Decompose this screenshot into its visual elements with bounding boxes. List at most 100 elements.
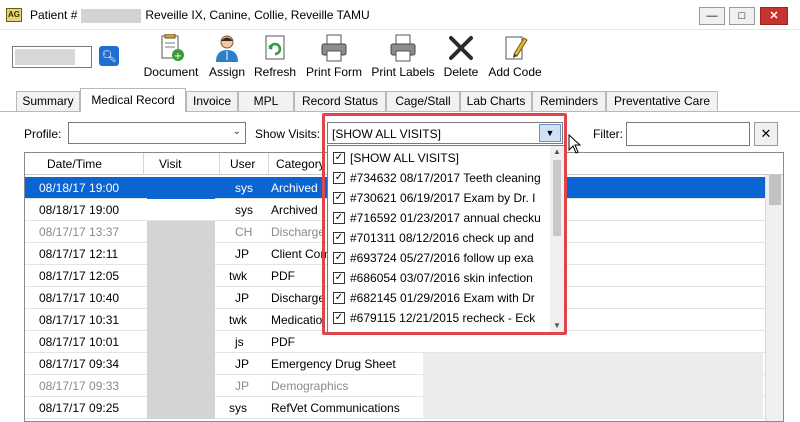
category-cell: Discharge (271, 225, 326, 239)
show-visits-value: [SHOW ALL VISITS] (332, 127, 441, 141)
column-divider (143, 153, 144, 175)
show-visits-dropdown-button[interactable]: ▼ (539, 124, 561, 142)
visit-option[interactable]: ✓ #682145 01/29/2016 Exam with Dr (328, 288, 550, 308)
document-label: Document (143, 65, 199, 79)
title-patient-name: Reveille IX, Canine, Collie, Reveille TA… (145, 8, 370, 22)
table-row[interactable]: 08/17/17 10:01 js PDF (25, 331, 783, 353)
tab-summary[interactable]: Summary (16, 91, 80, 111)
visit-option[interactable]: ✓ #716592 01/23/2017 annual checku (328, 208, 550, 228)
printer-icon (319, 34, 349, 62)
checkbox-checked-icon[interactable]: ✓ (333, 312, 345, 324)
profile-select[interactable]: ⌄ (68, 122, 246, 144)
pencil-document-icon (500, 34, 530, 62)
datetime-cell: 08/17/17 13:37 (39, 225, 120, 239)
filter-input[interactable] (626, 122, 750, 146)
show-visits-select[interactable]: [SHOW ALL VISITS] ▼ (327, 122, 563, 144)
clear-filter-button[interactable]: ✕ (754, 122, 778, 146)
chevron-down-icon: ⌄ (232, 126, 241, 137)
document-button[interactable]: + Document (140, 33, 202, 84)
tab-reminders[interactable]: Reminders (532, 91, 606, 111)
table-row[interactable]: 08/17/17 09:33 JP Demographics (25, 375, 783, 397)
profile-label: Profile: (24, 127, 62, 141)
checkbox-checked-icon[interactable]: ✓ (333, 212, 345, 224)
visit-option-label: #693724 05/27/2016 follow up exa (350, 251, 534, 265)
datetime-cell: 08/17/17 10:31 (39, 313, 120, 327)
visit-option[interactable]: ✓ #693724 05/27/2016 follow up exa (328, 248, 550, 268)
assign-button[interactable]: Assign (207, 34, 247, 84)
datetime-cell: 08/17/17 09:34 (39, 357, 120, 371)
tab-lab-charts[interactable]: Lab Charts (460, 91, 532, 111)
redacted-visit-cell (147, 331, 215, 353)
add-code-button[interactable]: Add Code (486, 34, 544, 84)
redacted-description-cell (423, 375, 763, 397)
tab-record-status[interactable]: Record Status (294, 91, 386, 111)
visit-option[interactable]: ✓ #701311 08/12/2016 check up and (328, 228, 550, 248)
delete-button[interactable]: Delete (442, 34, 480, 84)
search-icon: 🔍︎ (101, 49, 117, 63)
tab-medical-record[interactable]: Medical Record (80, 88, 186, 112)
checkbox-checked-icon[interactable]: ✓ (333, 192, 345, 204)
visit-option-label: #730621 06/19/2017 Exam by Dr. I (350, 191, 536, 205)
redacted-visit-cell (147, 287, 215, 309)
patient-search-button[interactable]: 🔍︎ (99, 46, 119, 66)
visit-option[interactable]: ✓ #679115 12/21/2015 recheck - Eck (328, 308, 550, 328)
print-form-button[interactable]: Print Form (303, 34, 365, 84)
redacted-patient-id (81, 8, 142, 23)
scroll-down-icon[interactable]: ▼ (550, 320, 564, 332)
column-header-visit[interactable]: Visit (159, 157, 181, 171)
svg-text:+: + (174, 51, 182, 62)
patient-search-input[interactable] (12, 46, 92, 68)
visit-option-label: #716592 01/23/2017 annual checku (350, 211, 541, 225)
tab-mpl[interactable]: MPL (238, 91, 294, 111)
table-row[interactable]: 08/17/17 09:25 sys RefVet Communications (25, 397, 783, 419)
table-row[interactable]: 08/17/17 09:34 JP Emergency Drug Sheet (25, 353, 783, 375)
scrollbar-thumb[interactable] (553, 160, 561, 236)
title-bar: AG Patient # Reveille IX, Canine, Collie,… (0, 0, 800, 30)
scroll-up-icon[interactable]: ▲ (550, 146, 564, 158)
checkbox-checked-icon[interactable]: ✓ (333, 252, 345, 264)
delete-x-icon (446, 34, 476, 62)
print-labels-label: Print Labels (371, 65, 435, 79)
show-visits-dropdown-list: ✓ [SHOW ALL VISITS] ✓ #734632 08/17/2017 T… (327, 145, 565, 333)
column-header-user[interactable]: User (230, 157, 255, 171)
grid-scrollbar[interactable] (765, 175, 783, 421)
redacted-visit-cell (147, 265, 215, 287)
tab-preventative-care[interactable]: Preventative Care (606, 91, 718, 111)
column-header-category[interactable]: Category (276, 157, 325, 171)
datetime-cell: 08/17/17 10:40 (39, 291, 120, 305)
refresh-button[interactable]: Refresh (253, 34, 297, 84)
checkbox-checked-icon[interactable]: ✓ (333, 272, 345, 284)
visit-option[interactable]: ✓ #686054 03/07/2016 skin infection (328, 268, 550, 288)
refresh-label: Refresh (253, 65, 297, 79)
visit-option[interactable]: ✓ #734632 08/17/2017 Teeth cleaning (328, 168, 550, 188)
checkbox-checked-icon[interactable]: ✓ (333, 232, 345, 244)
visit-option[interactable]: ✓ #730621 06/19/2017 Exam by Dr. I (328, 188, 550, 208)
checkbox-checked-icon[interactable]: ✓ (333, 152, 345, 164)
minimize-button[interactable]: — (699, 7, 725, 25)
user-cell: JP (235, 291, 250, 305)
redacted-visit-cell (147, 353, 215, 375)
print-labels-button[interactable]: Print Labels (370, 34, 436, 84)
checkbox-checked-icon[interactable]: ✓ (333, 172, 345, 184)
tab-cage-stall[interactable]: Cage/Stall (386, 91, 460, 111)
close-button[interactable]: ✕ (760, 7, 788, 25)
user-cell: CH (235, 225, 253, 239)
checkbox-checked-icon[interactable]: ✓ (333, 292, 345, 304)
datetime-cell: 08/17/17 12:05 (39, 269, 120, 283)
dropdown-scrollbar[interactable]: ▲ ▼ (550, 146, 564, 332)
user-cell: JP (235, 357, 250, 371)
visit-option-label: [SHOW ALL VISITS] (350, 151, 459, 165)
user-cell: sys (235, 181, 253, 195)
scrollbar-thumb[interactable] (769, 175, 781, 205)
category-cell: Archived (271, 181, 318, 195)
datetime-cell: 08/17/17 09:25 (39, 401, 120, 415)
tab-strip: Summary Medical Record Invoice MPL Recor… (0, 88, 800, 112)
visit-option-all[interactable]: ✓ [SHOW ALL VISITS] (328, 148, 550, 168)
doctor-icon (212, 34, 242, 62)
refresh-icon (260, 34, 290, 62)
printer-icon (388, 34, 418, 62)
category-cell: Archived (271, 203, 318, 217)
column-header-datetime[interactable]: Date/Time (47, 157, 102, 171)
tab-invoice[interactable]: Invoice (186, 91, 238, 111)
maximize-button[interactable]: □ (729, 7, 755, 25)
